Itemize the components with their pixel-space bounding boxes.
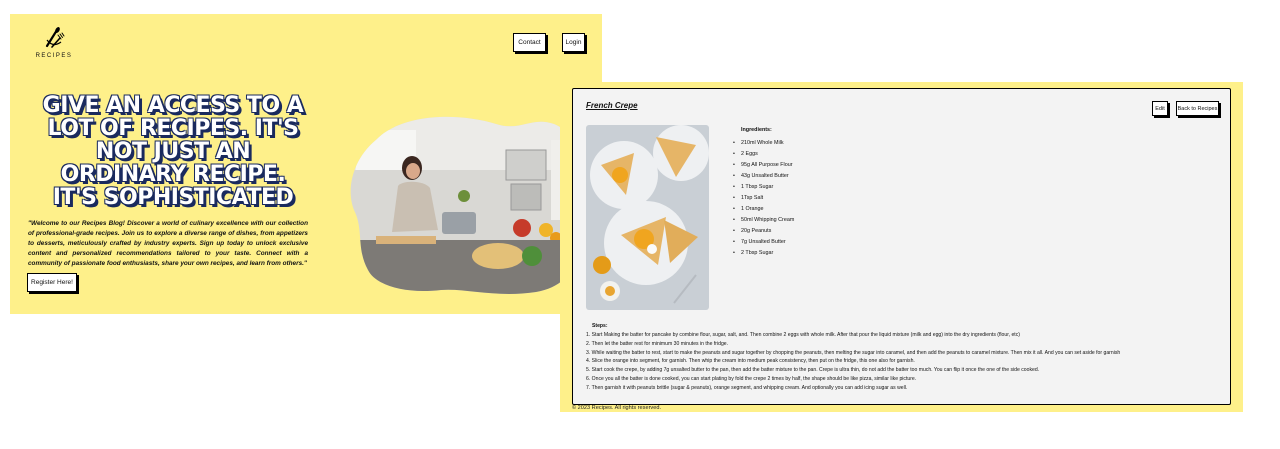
contact-button[interactable]: Contact [513,33,546,52]
steps-section: Steps: 1. Start Making the batter for pa… [586,322,1226,392]
ingredient-item: 1Tsp Salt [733,193,794,204]
ingredients-section: Ingredients: 210ml Whole Milk 2 Eggs 95g… [733,127,794,259]
landing-page: RECIPES Contact Login GIVE AN ACCESS TO … [10,14,602,314]
ingredient-item: 1 Orange [733,204,794,215]
step-item: 1. Start Making the batter for pancake b… [586,332,1020,338]
logo[interactable]: RECIPES [34,26,74,59]
ingredient-item: 50ml Whipping Cream [733,215,794,226]
logo-text: RECIPES [35,53,73,59]
ingredient-item: 1 Tbsp Sugar [733,182,794,193]
step-item: 5. Start cook the crepe, by adding 7g un… [586,367,1040,373]
step-item: 4. Slice the orange into segment, for ga… [586,358,915,365]
step-item: 6. Once you all the batter is done cooke… [586,375,917,382]
edit-button[interactable]: Edit [1152,101,1168,116]
ingredient-item: 43g Unsalted Butter [733,171,794,182]
hero-title-line: ORDINARY RECIPE. [60,162,286,187]
ingredients-title: Ingredients: [741,127,772,133]
ingredient-item: 2 Eggs [733,149,794,160]
recipe-title: French Crepe [586,101,638,110]
recipe-detail-page: French Crepe Edit Back to Recipes Ingred… [560,82,1243,412]
login-button[interactable]: Login [562,33,585,52]
hero-title-line: GIVE AN ACCESS TO A [42,93,304,118]
hero-description: "Welcome to our Recipes Blog! Discover a… [28,220,308,267]
ingredient-item: 7g Unsalted Butter [733,237,794,248]
hero-title-line: LOT OF RECIPES. IT'S [47,116,299,141]
recipe-photo [586,125,709,310]
register-button[interactable]: Register Here! [27,273,77,292]
steps-title: Steps: [592,323,608,329]
footer-copyright: © 2023 Recipes. All rights reserved. [572,405,662,411]
recipe-card: French Crepe Edit Back to Recipes Ingred… [572,88,1231,405]
step-item: 2. Then let the batter rest for minimum … [586,340,729,347]
chef-utensils-icon [45,27,65,48]
hero-kitchen-image [350,116,588,294]
ingredient-item: 20g Peanuts [733,226,794,237]
ingredients-list: 210ml Whole Milk 2 Eggs 95g All Purpose … [733,138,794,259]
back-to-recipes-button[interactable]: Back to Recipes [1176,101,1219,116]
hero-title-line: IT'S SOPHISTICATED [52,185,294,210]
ingredient-item: 2 Tbsp Sugar [733,248,794,259]
hero-title-line: NOT JUST AN [95,139,251,164]
ingredient-item: 95g All Purpose Flour [733,160,794,171]
hero-title: GIVE AN ACCESS TO A LOT OF RECIPES. IT'S… [28,94,318,209]
ingredient-item: 210ml Whole Milk [733,138,794,149]
step-item: 7. Then garnish it with peanuts brittle … [586,384,908,391]
step-item: 3. While waiting the batter to rest, sta… [586,349,1121,356]
